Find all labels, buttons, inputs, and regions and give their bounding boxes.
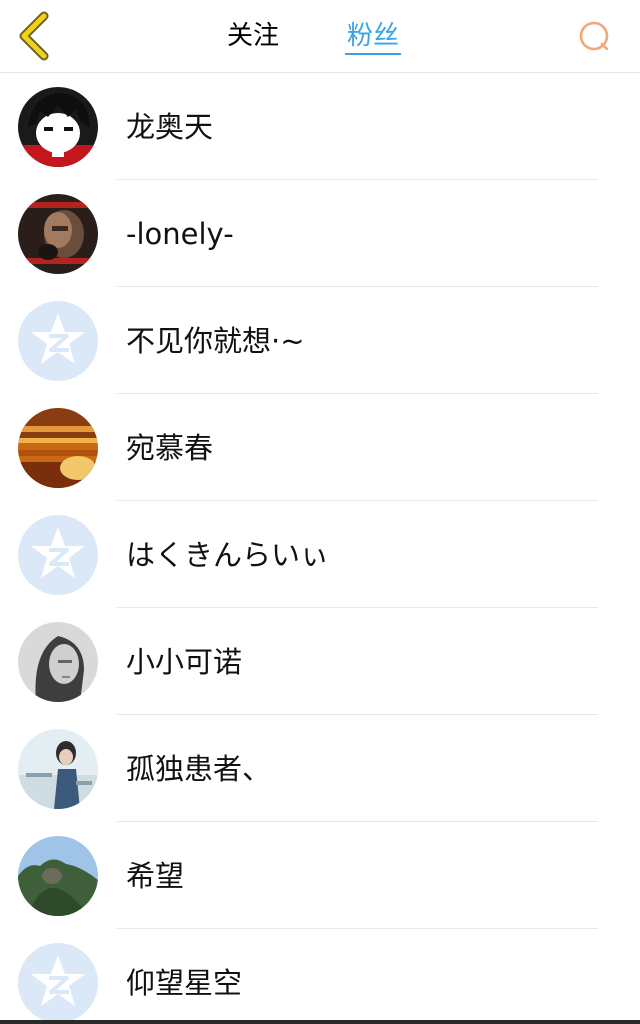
search-icon — [579, 21, 609, 51]
fan-name[interactable]: 宛慕春 — [126, 426, 213, 470]
tab-fans[interactable]: 粉丝 — [336, 14, 410, 58]
photo-avatar-image — [18, 836, 98, 916]
fan-name[interactable]: 孤独患者、 — [126, 747, 271, 791]
fan-name[interactable]: -lonely- — [126, 212, 234, 256]
list-item[interactable]: 小小可诺 — [0, 608, 640, 715]
avatar[interactable] — [18, 408, 98, 488]
fan-name[interactable]: はくきんらいぃ — [126, 533, 329, 577]
fan-name[interactable]: 小小可诺 — [126, 640, 242, 684]
fan-name[interactable]: 仰望星空 — [126, 961, 242, 1005]
list-item[interactable]: 仰望星空 — [0, 929, 640, 1024]
default-star-avatar-icon — [18, 515, 98, 595]
list-item[interactable]: 孤独患者、 — [0, 715, 640, 822]
avatar[interactable] — [18, 729, 98, 809]
chevron-left-icon — [19, 11, 49, 61]
avatar[interactable] — [18, 301, 98, 381]
avatar[interactable] — [18, 515, 98, 595]
top-nav-bar: 关注 粉丝 — [0, 0, 640, 73]
default-star-avatar-icon — [18, 301, 98, 381]
photo-avatar-image — [18, 194, 98, 274]
list-item[interactable]: 希望 — [0, 822, 640, 929]
list-item[interactable]: 龙奥天 — [0, 73, 640, 180]
avatar[interactable] — [18, 87, 98, 167]
fans-list: 龙奥天 -lonely- 不见你就想·~ 宛慕春 はくきんらいぃ 小小可诺 孤独… — [0, 73, 640, 1024]
fan-name[interactable]: 不见你就想·~ — [126, 319, 305, 363]
active-tab-underline — [345, 53, 401, 55]
list-item[interactable]: -lonely- — [0, 180, 640, 287]
back-button[interactable] — [10, 8, 58, 64]
fans-screen: 关注 粉丝 龙奥天 -lonely- 不见你就想·~ 宛慕春 はくきんらいぃ 小… — [0, 0, 640, 1024]
list-item[interactable]: はくきんらいぃ — [0, 501, 640, 608]
list-item[interactable]: 不见你就想·~ — [0, 287, 640, 394]
bottom-edge-bar — [0, 1020, 640, 1024]
avatar[interactable] — [18, 194, 98, 274]
cartoon-avatar-image — [18, 87, 98, 167]
fan-name[interactable]: 龙奥天 — [126, 105, 213, 149]
photo-avatar-image — [18, 622, 98, 702]
search-button[interactable] — [574, 16, 614, 56]
photo-avatar-image — [18, 408, 98, 488]
default-star-avatar-icon — [18, 943, 98, 1023]
tab-following[interactable]: 关注 — [216, 14, 290, 58]
avatar[interactable] — [18, 943, 98, 1023]
avatar[interactable] — [18, 836, 98, 916]
fan-name[interactable]: 希望 — [126, 854, 184, 898]
list-item[interactable]: 宛慕春 — [0, 394, 640, 501]
avatar[interactable] — [18, 622, 98, 702]
photo-avatar-image — [18, 729, 98, 809]
